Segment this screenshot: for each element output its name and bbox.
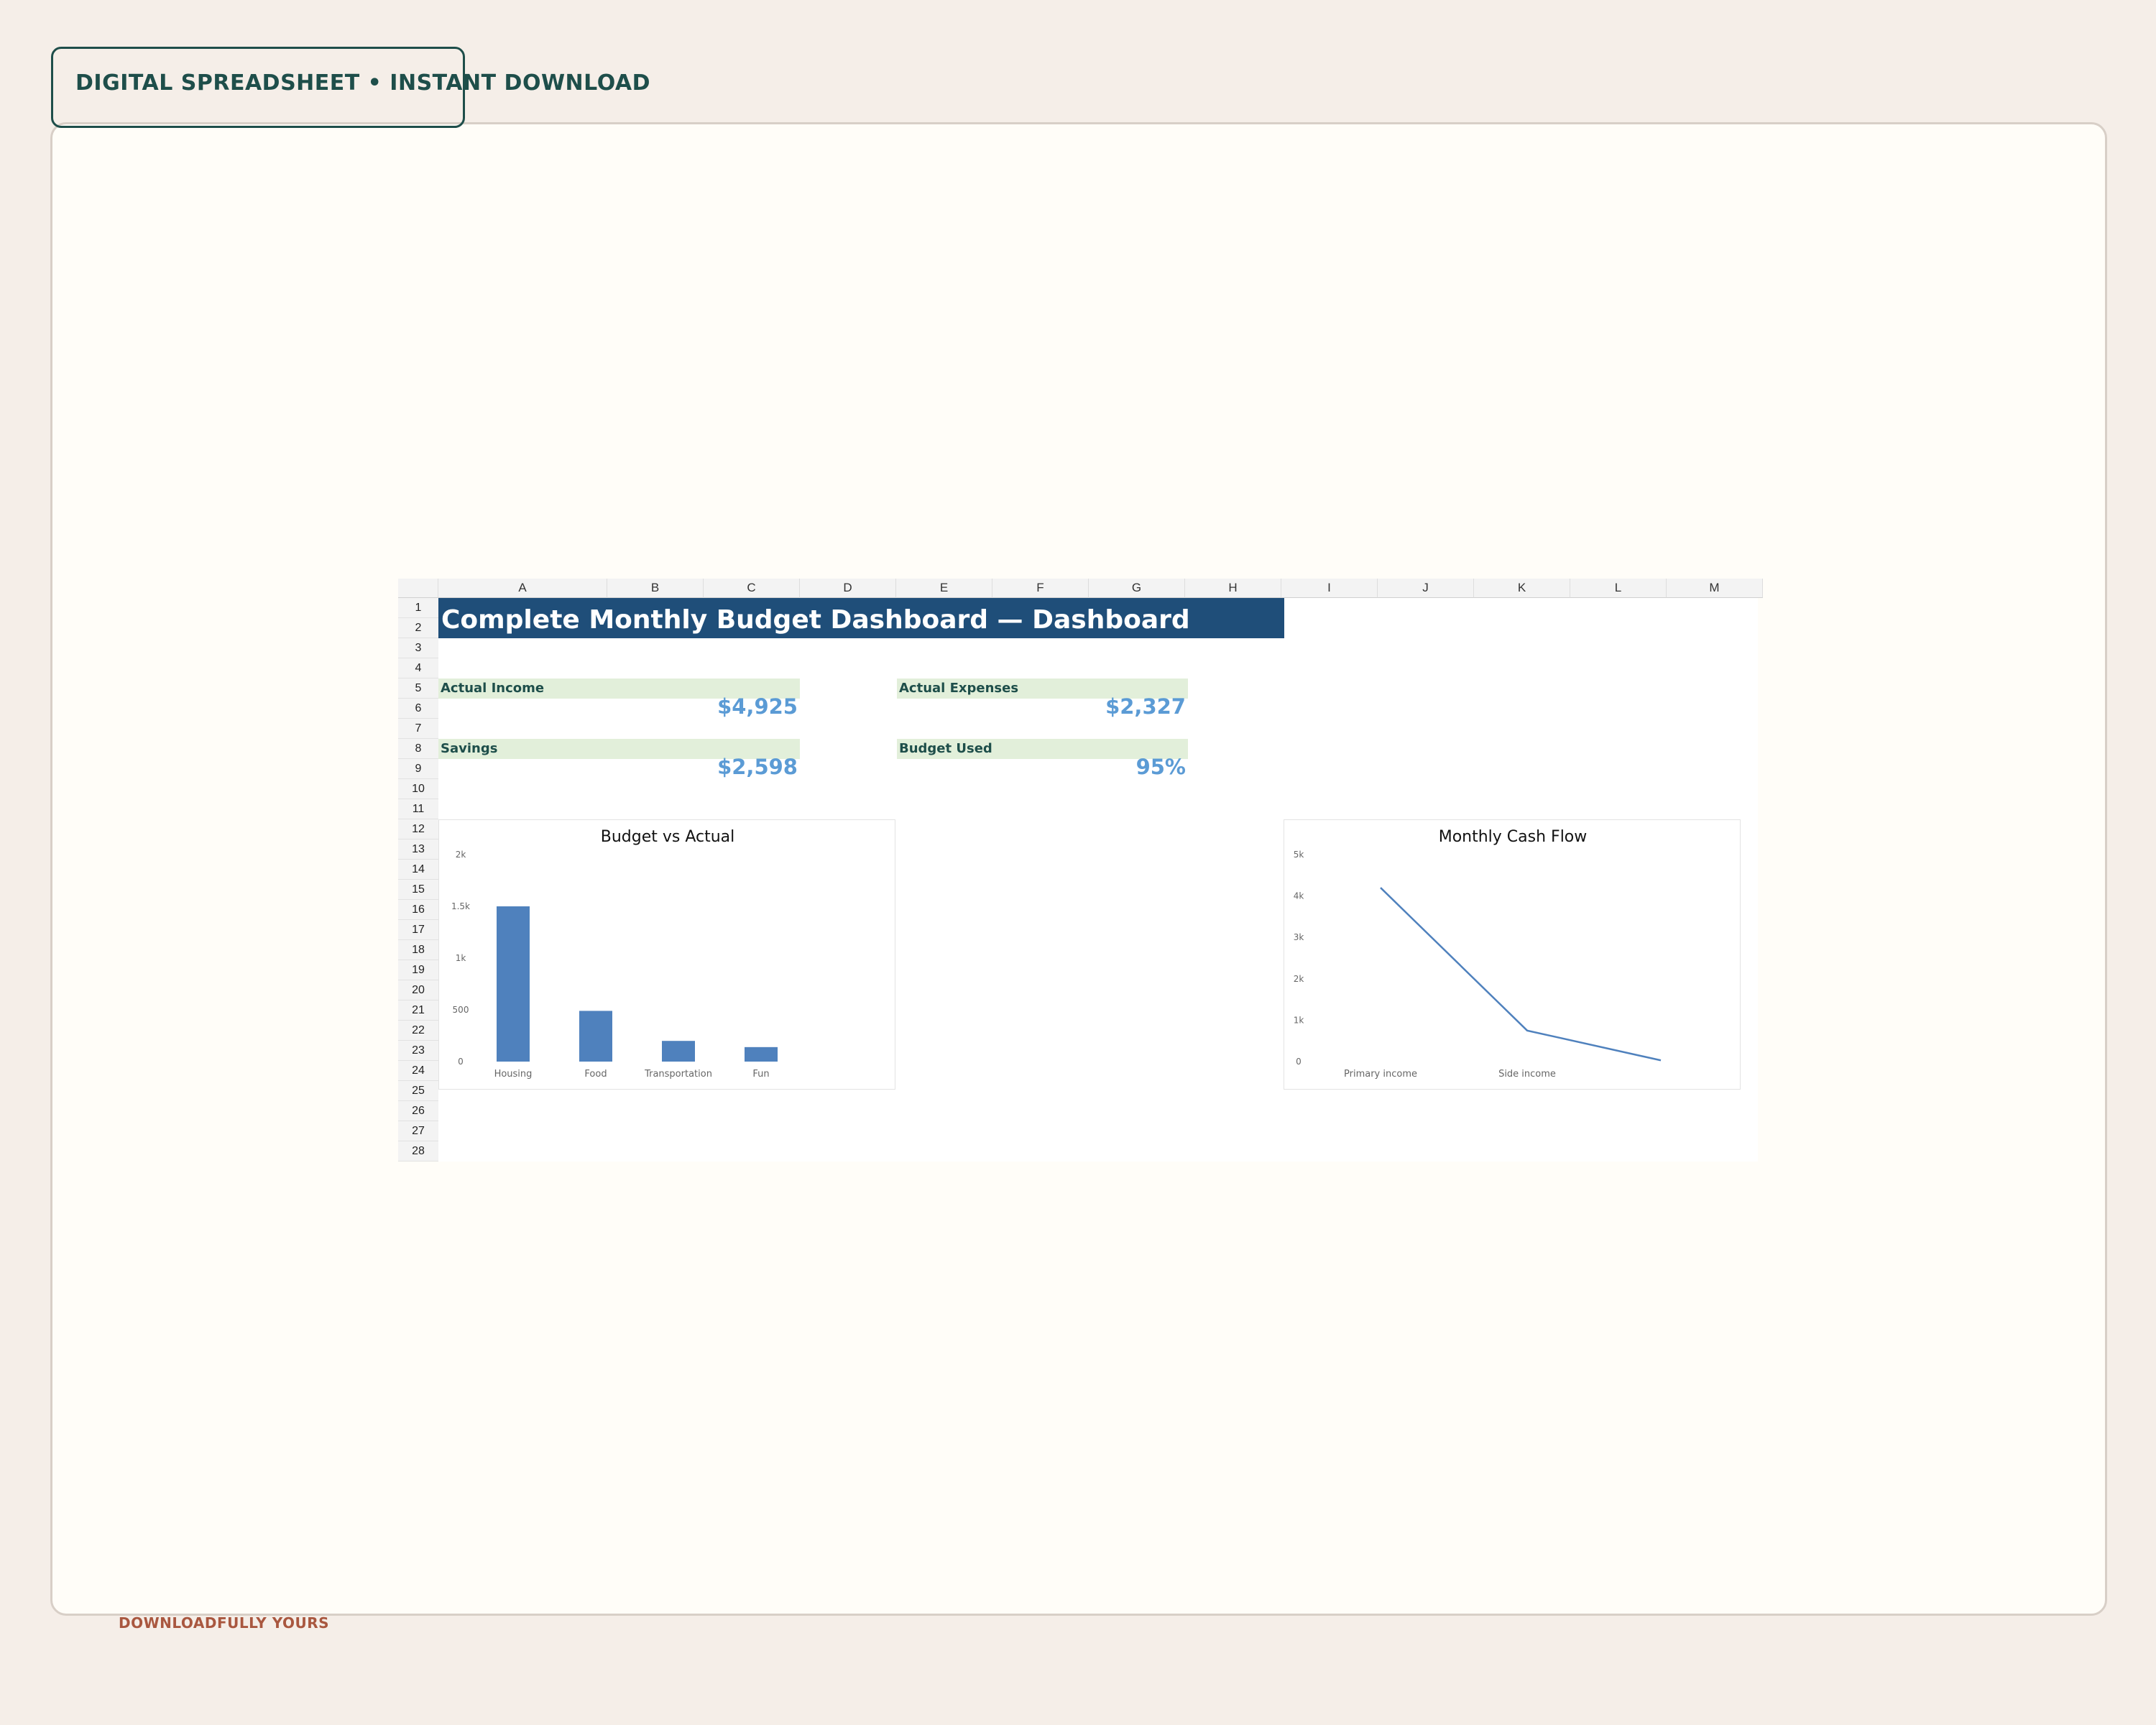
row-header-18[interactable]: 18 bbox=[398, 940, 438, 960]
chart-title: Budget vs Actual bbox=[601, 828, 735, 846]
bar-transportation bbox=[662, 1041, 695, 1062]
cash-flow-line bbox=[1380, 887, 1662, 1062]
y-tick-label: 0 bbox=[1296, 1057, 1302, 1067]
row-header-14[interactable]: 14 bbox=[398, 860, 438, 880]
row-header-21[interactable]: 21 bbox=[398, 1000, 438, 1021]
row-header-24[interactable]: 24 bbox=[398, 1061, 438, 1081]
column-header-d[interactable]: D bbox=[800, 579, 896, 598]
row-header-13[interactable]: 13 bbox=[398, 840, 438, 860]
kpi-value-actual-income: $4,925 bbox=[717, 694, 798, 719]
y-tick-label: 1k bbox=[1294, 1015, 1304, 1025]
chart-title: Monthly Cash Flow bbox=[1439, 828, 1588, 846]
budget-vs-actual-chart[interactable]: Budget vs Actual 0 500 1k 1.5k 2k Housing Food T… bbox=[438, 819, 895, 1090]
column-header-l[interactable]: L bbox=[1570, 579, 1667, 598]
row-header-23[interactable]: 23 bbox=[398, 1041, 438, 1061]
row-header-12[interactable]: 12 bbox=[398, 819, 438, 840]
column-header-k[interactable]: K bbox=[1474, 579, 1570, 598]
bar-housing bbox=[497, 906, 530, 1062]
x-tick-label: Housing bbox=[494, 1069, 533, 1080]
kpi-value-budget-used: 95% bbox=[1135, 755, 1186, 779]
row-header-20[interactable]: 20 bbox=[398, 980, 438, 1000]
column-header-i[interactable]: I bbox=[1281, 579, 1378, 598]
y-tick-label: 500 bbox=[453, 1005, 469, 1015]
y-tick-label: 4k bbox=[1294, 891, 1304, 901]
y-tick-label: 2k bbox=[1294, 974, 1304, 984]
column-header-j[interactable]: J bbox=[1378, 579, 1474, 598]
brand-footer: DOWNLOADFULLY YOURS bbox=[119, 1614, 330, 1632]
row-header-7[interactable]: 7 bbox=[398, 719, 438, 739]
bar-fun bbox=[745, 1046, 778, 1062]
column-header-g[interactable]: G bbox=[1089, 579, 1185, 598]
column-header-a[interactable]: A bbox=[438, 579, 607, 598]
column-header-c[interactable]: C bbox=[704, 579, 800, 598]
column-header-h[interactable]: H bbox=[1185, 579, 1281, 598]
bar-food bbox=[579, 1011, 612, 1062]
y-tick-label: 1k bbox=[456, 953, 466, 963]
y-tick-label: 5k bbox=[1294, 850, 1304, 860]
x-tick-label: Food bbox=[584, 1069, 607, 1080]
row-header-17[interactable]: 17 bbox=[398, 920, 438, 940]
x-tick-label: Transportation bbox=[644, 1069, 712, 1080]
row-header-3[interactable]: 3 bbox=[398, 638, 438, 658]
row-header-27[interactable]: 27 bbox=[398, 1121, 438, 1141]
x-tick-label: Side income bbox=[1498, 1069, 1556, 1080]
row-header-4[interactable]: 4 bbox=[398, 658, 438, 678]
row-header-2[interactable]: 2 bbox=[398, 618, 438, 638]
row-header-16[interactable]: 16 bbox=[398, 900, 438, 920]
row-header-1[interactable]: 1 bbox=[398, 598, 438, 618]
x-tick-label: Fun bbox=[752, 1069, 769, 1080]
row-header-25[interactable]: 25 bbox=[398, 1081, 438, 1101]
column-header-m[interactable]: M bbox=[1667, 579, 1763, 598]
y-tick-label: 3k bbox=[1294, 932, 1304, 942]
row-header-28[interactable]: 28 bbox=[398, 1141, 438, 1162]
column-header-b[interactable]: B bbox=[607, 579, 704, 598]
kpi-value-savings: $2,598 bbox=[717, 755, 798, 779]
row-header-11[interactable]: 11 bbox=[398, 799, 438, 819]
row-header-15[interactable]: 15 bbox=[398, 880, 438, 900]
row-header-22[interactable]: 22 bbox=[398, 1021, 438, 1041]
select-all-corner[interactable] bbox=[398, 579, 438, 598]
y-tick-label: 1.5k bbox=[451, 901, 470, 911]
spreadsheet: ABCDEFGHIJKLM 1 2 3 4 5 6 7 8 9 10 11 12 13 14 15 16 17 1… bbox=[398, 579, 1763, 1162]
badge-label: DIGITAL SPREADSHEET • INSTANT DOWNLOAD bbox=[75, 70, 651, 96]
row-header-5[interactable]: 5 bbox=[398, 678, 438, 699]
x-tick-label: Primary income bbox=[1344, 1069, 1417, 1080]
row-header-9[interactable]: 9 bbox=[398, 759, 438, 779]
kpi-value-actual-expenses: $2,327 bbox=[1105, 694, 1186, 719]
row-header-19[interactable]: 19 bbox=[398, 960, 438, 980]
y-tick-label: 0 bbox=[458, 1057, 464, 1067]
column-header-f[interactable]: F bbox=[992, 579, 1089, 598]
row-header-26[interactable]: 26 bbox=[398, 1101, 438, 1121]
row-header-8[interactable]: 8 bbox=[398, 739, 438, 759]
column-header-e[interactable]: E bbox=[896, 579, 992, 598]
dashboard-title: Complete Monthly Budget Dashboard — Dash… bbox=[441, 605, 1190, 635]
row-header-6[interactable]: 6 bbox=[398, 699, 438, 719]
row-header-10[interactable]: 10 bbox=[398, 779, 438, 799]
monthly-cash-flow-chart[interactable]: Monthly Cash Flow 0 1k 2k 3k 4k 5k Primary inco… bbox=[1284, 819, 1741, 1090]
y-tick-label: 2k bbox=[456, 850, 466, 860]
